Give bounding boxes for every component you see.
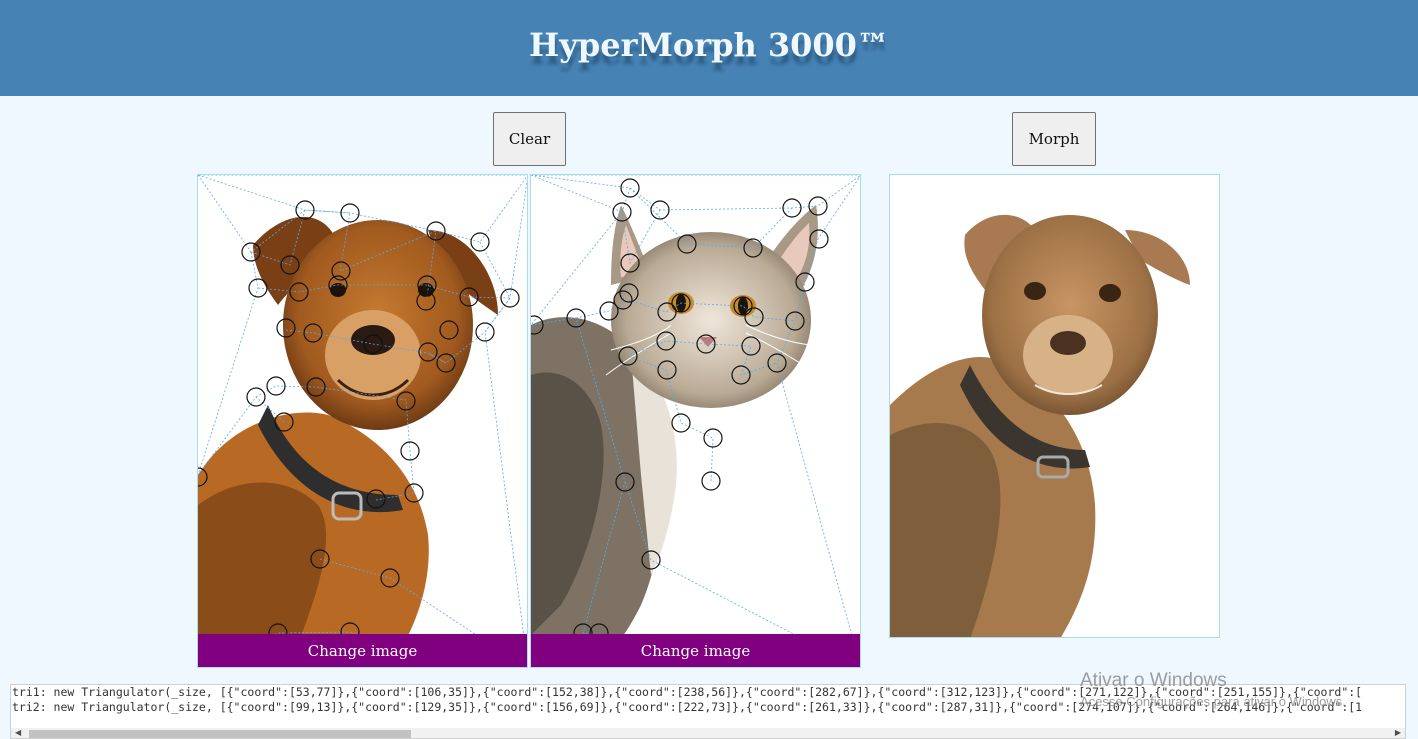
- morph-result-panel: [889, 174, 1220, 638]
- morph-button[interactable]: Morph: [1012, 112, 1096, 166]
- console-output[interactable]: tri1: new Triangulator(_size, [{"coord":…: [10, 684, 1406, 739]
- scroll-left-icon[interactable]: ◀: [15, 728, 21, 738]
- windows-watermark-title: Ativar o Windows: [1080, 670, 1227, 691]
- app-title: HyperMorph 3000™: [529, 26, 889, 64]
- change-image-button-left[interactable]: Change image: [198, 634, 527, 667]
- horizontal-scrollbar[interactable]: ◀ ▶: [11, 728, 1405, 738]
- target-image-panel[interactable]: Change image: [530, 174, 861, 668]
- source-image-panel[interactable]: Change image: [197, 174, 528, 668]
- windows-watermark-subtitle: Acesse Configurações para ativar o Windo…: [1080, 694, 1346, 709]
- morphed-image: [890, 214, 1190, 637]
- scroll-thumb[interactable]: [29, 730, 411, 738]
- scroll-right-icon[interactable]: ▶: [1395, 728, 1401, 738]
- clear-button[interactable]: Clear: [493, 112, 566, 166]
- dog-image[interactable]: [198, 175, 528, 668]
- cat-image[interactable]: [531, 175, 861, 668]
- change-image-button-right[interactable]: Change image: [531, 634, 860, 667]
- app-header: HyperMorph 3000™: [0, 0, 1418, 96]
